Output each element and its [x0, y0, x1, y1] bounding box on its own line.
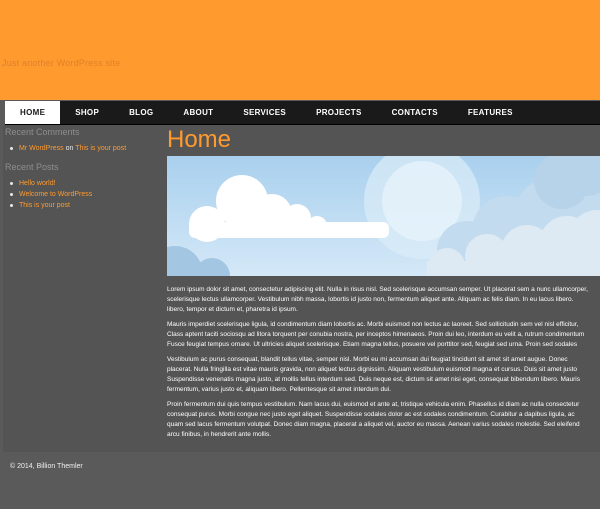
recent-post-item: This is your post	[10, 200, 160, 211]
paragraph-line: consequat purus. Morbi congue nec justo …	[167, 411, 575, 418]
main-nav: HOME SHOP BLOG ABOUT SERVICES PROJECTS C…	[5, 101, 600, 125]
main-content: Home Lorem ipsum dolor sit amet, consect…	[167, 125, 600, 445]
recent-posts-title: Recent Posts	[5, 162, 59, 172]
paragraph-line: Proin fermentum dui quis tempus vestibul…	[167, 401, 580, 408]
recent-post-link[interactable]: This is your post	[19, 202, 70, 209]
comment-author-link[interactable]: Mr WordPress	[19, 145, 64, 152]
recent-comments-title: Recent Comments	[5, 127, 80, 137]
paragraph-line: scelerisque lectus ullamcorper. Vestibul…	[167, 296, 574, 303]
site-tagline: Just another WordPress site	[2, 58, 121, 68]
nav-item-shop[interactable]: SHOP	[60, 101, 114, 124]
banner-image	[167, 156, 600, 276]
nav-item-home[interactable]: HOME	[5, 101, 61, 124]
recent-post-item: Hello world!	[10, 178, 160, 189]
comment-item: Mr WordPress on This is your post	[10, 143, 160, 154]
paragraph-line: placerat. Nulla fringilla est vitae maur…	[167, 366, 578, 373]
recent-comments-list: Mr WordPress on This is your post	[5, 143, 160, 154]
recent-post-item: Welcome to WordPress	[10, 189, 160, 200]
paragraph-line: Fusce feugiat tempus ornare. Ut ultricie…	[167, 341, 578, 348]
paragraph-line: Class aptent taciti sociosqu ad litora t…	[167, 331, 585, 338]
nav-item-services[interactable]: SERVICES	[228, 101, 301, 124]
recent-posts-list: Hello world! Welcome to WordPress This i…	[5, 178, 160, 211]
nav-item-projects[interactable]: PROJECTS	[301, 101, 377, 124]
paragraph-line: Mauris imperdiet scelerisque ligula, id …	[167, 321, 579, 328]
paragraph-line: arcu finibus, in hendrerit ante mollis.	[167, 431, 272, 438]
nav-item-features[interactable]: FEATURES	[453, 101, 528, 124]
site-header: Just another WordPress site	[0, 0, 600, 100]
recent-post-link[interactable]: Hello world!	[19, 180, 56, 187]
paragraph-line: libero, tempor et dictum et, pharetra id…	[167, 306, 298, 313]
site-footer: © 2014, Billion Themler	[0, 455, 600, 509]
footer-copyright: © 2014, Billion Themler	[10, 463, 83, 470]
paragraph-line: Suspendisse venenatis magna justo, at mo…	[167, 376, 580, 383]
paragraph-line: quam sed lacus fermentum volutpat. Donec…	[167, 421, 580, 428]
sidebar: Recent Comments Mr WordPress on This is …	[5, 127, 160, 219]
paragraph-line: Lorem ipsum dolor sit amet, consectetur …	[167, 286, 588, 293]
recent-post-link[interactable]: Welcome to WordPress	[19, 191, 92, 198]
paragraph-line: Vestibulum ac purus consequat, blandit t…	[167, 356, 568, 363]
nav-item-blog[interactable]: BLOG	[114, 101, 168, 124]
paragraph-line: fermentum, varius justo et, aliquam libe…	[167, 386, 391, 393]
nav-item-contacts[interactable]: CONTACTS	[377, 101, 453, 124]
page-title: Home	[167, 126, 232, 153]
comment-post-link[interactable]: This is your post	[75, 145, 126, 152]
nav-item-about[interactable]: ABOUT	[168, 101, 228, 124]
comment-on-text: on	[65, 145, 74, 152]
article-body: Lorem ipsum dolor sit amet, consectetur …	[167, 285, 600, 445]
